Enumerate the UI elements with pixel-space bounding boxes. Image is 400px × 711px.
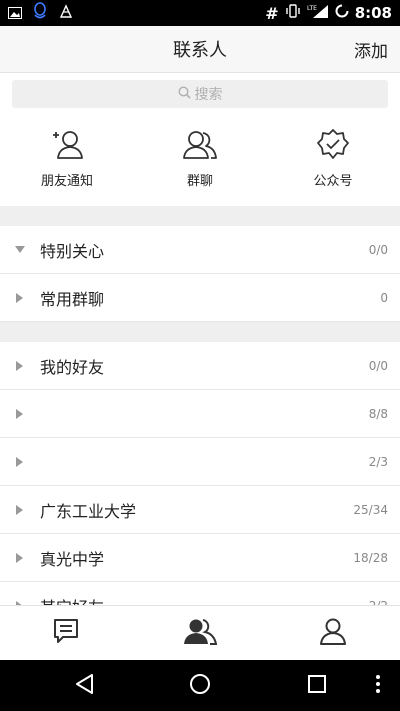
home-icon: [189, 673, 211, 699]
collapsed-triangle-icon: [0, 504, 40, 515]
svg-text:LTE: LTE: [307, 5, 317, 12]
back-button[interactable]: [70, 672, 98, 700]
expanded-triangle-icon: [0, 245, 40, 254]
status-bar: # LTE 8:08: [0, 0, 400, 26]
hash-icon: #: [265, 3, 279, 23]
lte-signal-icon: LTE: [307, 4, 329, 22]
search-placeholder: 搜索: [194, 87, 223, 103]
group-row-gdut[interactable]: 广东工业大学 25/34: [0, 486, 400, 534]
qq-icon: [32, 2, 48, 24]
group-chat-icon: [145, 128, 255, 164]
vibrate-icon: [285, 4, 301, 22]
group-count: 0/0: [368, 358, 388, 373]
section-divider: [0, 206, 400, 226]
add-friend-icon: [12, 128, 122, 164]
person-icon: [319, 617, 347, 649]
group-count: 2/3: [368, 454, 388, 469]
system-nav-bar: [0, 660, 400, 711]
group-name: 常用群聊: [40, 289, 105, 309]
collapsed-triangle-icon: [0, 408, 40, 419]
status-time: 8:08: [354, 4, 392, 22]
section-divider: [0, 322, 400, 342]
recents-button[interactable]: [303, 672, 331, 700]
group-row-frequent-groups[interactable]: 常用群聊 0: [0, 274, 400, 322]
quick-actions: 朋友通知 群聊 公众号: [0, 118, 400, 206]
group-row-zhenguang[interactable]: 真光中学 18/28: [0, 534, 400, 582]
contacts-icon: [183, 617, 218, 649]
group-name: 真光中学: [40, 549, 105, 569]
group-count: 0: [380, 290, 388, 305]
quick-label: 朋友通知: [40, 174, 93, 189]
group-count: 25/34: [353, 502, 388, 517]
back-icon: [74, 673, 94, 699]
search-input[interactable]: 搜索: [12, 80, 388, 108]
collapsed-triangle-icon: [0, 456, 40, 467]
moon-bell-icon: [58, 3, 74, 23]
official-account-icon: [278, 128, 388, 164]
tab-contacts[interactable]: [180, 616, 220, 650]
more-button[interactable]: [366, 672, 390, 700]
group-name: 我的好友: [40, 357, 105, 377]
chat-icon: [52, 617, 80, 649]
collapsed-triangle-icon: [0, 552, 40, 563]
page-title: 联系人: [173, 40, 227, 61]
search-icon: [177, 85, 191, 103]
quick-label: 公众号: [313, 174, 353, 189]
group-row-my-friends[interactable]: 我的好友 0/0: [0, 342, 400, 390]
group-row-unnamed-2[interactable]: 2/3: [0, 438, 400, 486]
header-bar: 联系人 添加: [0, 26, 400, 73]
tab-messages[interactable]: [46, 616, 86, 650]
group-row-unnamed-1[interactable]: 8/8: [0, 390, 400, 438]
official-account-button[interactable]: 公众号: [278, 128, 388, 189]
group-count: 18/28: [353, 550, 388, 565]
friend-notification-button[interactable]: 朋友通知: [12, 128, 122, 189]
group-chat-button[interactable]: 群聊: [145, 128, 255, 189]
search-container: 搜索: [12, 80, 388, 108]
group-name: 特别关心: [40, 241, 105, 261]
quick-label: 群聊: [186, 174, 213, 189]
recents-icon: [307, 674, 327, 698]
tab-me[interactable]: [313, 616, 353, 650]
more-icon: [375, 674, 381, 698]
group-name: 广东工业大学: [40, 501, 137, 521]
group-count: 0/0: [368, 242, 388, 257]
add-button[interactable]: 添加: [354, 37, 388, 62]
collapsed-triangle-icon: [0, 360, 40, 371]
bottom-tab-bar: [0, 605, 400, 661]
group-count: 8/8: [368, 406, 388, 421]
home-button[interactable]: [186, 672, 214, 700]
collapsed-triangle-icon: [0, 292, 40, 303]
group-row-special-care[interactable]: 特别关心 0/0: [0, 226, 400, 274]
image-icon: [8, 4, 22, 23]
battery-icon: [335, 4, 349, 22]
